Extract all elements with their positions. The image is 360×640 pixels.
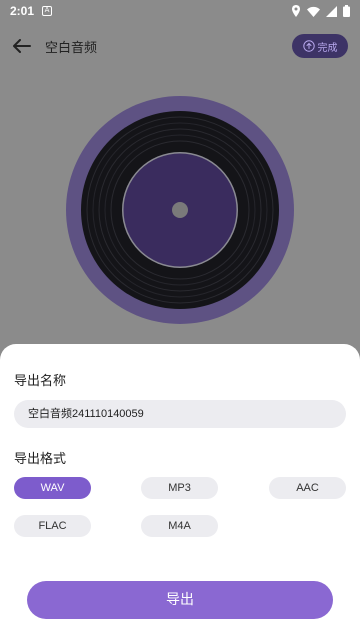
- export-bottom-sheet: 导出名称 空白音频241110140059 导出格式 WAV MP3 AAC F…: [0, 344, 360, 640]
- export-name-title: 导出名称: [14, 374, 67, 389]
- back-button[interactable]: [10, 34, 34, 58]
- signal-icon: [326, 5, 337, 17]
- format-option-m4a[interactable]: M4A: [141, 515, 218, 537]
- export-button[interactable]: 导出: [27, 581, 333, 619]
- arrow-left-icon: [13, 39, 31, 53]
- screen: 2:01 A 空白音频 完成 导出名称 空白音频241110140059 导出格…: [0, 0, 360, 640]
- done-label: 完成: [317, 42, 338, 54]
- format-option-flac[interactable]: FLAC: [14, 515, 91, 537]
- page-title: 空白音频: [45, 41, 98, 56]
- vinyl-disc-graphic: [66, 96, 294, 324]
- status-bar: 2:01 A: [0, 0, 360, 22]
- upload-icon: [302, 40, 315, 52]
- top-app-bar: 空白音频 完成: [0, 30, 360, 62]
- battery-icon: [343, 5, 350, 17]
- location-icon: [292, 5, 300, 17]
- export-format-title: 导出格式: [14, 452, 67, 467]
- format-option-mp3[interactable]: MP3: [141, 477, 218, 499]
- vinyl-record: [66, 96, 294, 324]
- notification-icon: A: [42, 6, 53, 16]
- done-button[interactable]: 完成: [292, 34, 348, 58]
- format-option-wav[interactable]: WAV: [14, 477, 91, 499]
- wifi-icon: [307, 6, 320, 17]
- export-name-input[interactable]: 空白音频241110140059: [14, 400, 346, 428]
- status-time: 2:01: [10, 4, 35, 18]
- status-icons: [291, 5, 350, 17]
- format-option-aac[interactable]: AAC: [269, 477, 346, 499]
